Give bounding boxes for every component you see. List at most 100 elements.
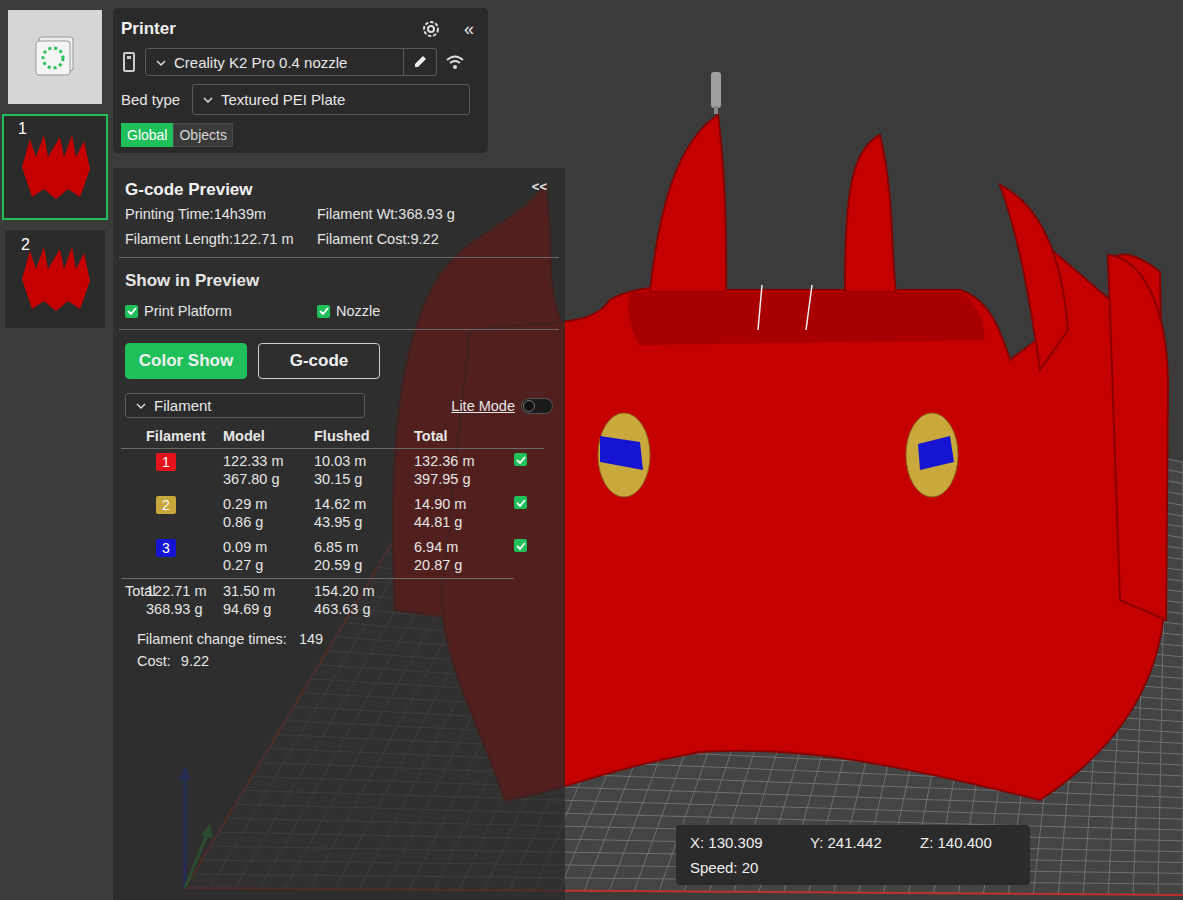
- view-type-dropdown[interactable]: Filament: [125, 393, 365, 418]
- checkbox[interactable]: [317, 305, 330, 318]
- cell-value: 31.50 m: [223, 582, 314, 600]
- cell-value: 0.29 m: [223, 495, 314, 513]
- plate-thumbnail[interactable]: 1: [2, 114, 108, 220]
- panel-title: G-code Preview: [125, 180, 524, 200]
- bed-type-label: Bed type: [121, 91, 184, 108]
- stat: Filament Wt:368.93 g: [317, 206, 553, 222]
- check-icon: [515, 540, 527, 552]
- printer-icon: [121, 51, 137, 73]
- cell-value: 44.81 g: [414, 513, 514, 531]
- cost: Cost: 9.22: [137, 650, 541, 672]
- separator: [119, 257, 559, 258]
- separator: [121, 448, 544, 449]
- check-icon: [515, 454, 527, 466]
- printer-dropdown[interactable]: Creality K2 Pro 0.4 nozzle: [145, 48, 437, 76]
- view-mode-button[interactable]: Color Show: [125, 343, 247, 379]
- column-header: Flushed: [314, 422, 414, 448]
- option-label: Nozzle: [336, 303, 380, 319]
- x-coordinate: X: 130.309: [690, 834, 810, 851]
- chevron-icon: [146, 55, 174, 70]
- filament-badge: 2: [156, 496, 176, 514]
- cell-value: 10.03 m: [314, 452, 414, 470]
- stat: Filament Length:122.71 m: [125, 231, 317, 247]
- column-header: Total: [414, 422, 514, 448]
- panel-title: Printer: [121, 19, 412, 39]
- tab[interactable]: Global: [121, 123, 173, 147]
- plate-number: 2: [21, 236, 30, 254]
- cell-value: 6.85 m: [314, 538, 414, 556]
- plate-thumbnail[interactable]: 2: [5, 230, 105, 328]
- checkbox[interactable]: [125, 305, 138, 318]
- bed-type-value: Textured PEI Plate: [221, 91, 345, 108]
- cell-value: 20.59 g: [314, 556, 414, 574]
- cell-value: 463.63 g: [314, 600, 414, 618]
- chevron-icon: [136, 402, 146, 410]
- chevron-icon: [203, 96, 213, 104]
- visibility-checkbox[interactable]: [514, 539, 527, 552]
- coordinates-tooltip: X: 130.309Y: 241.442Z: 140.400Speed: 20: [676, 825, 1030, 885]
- lite-mode: Lite Mode: [451, 398, 553, 414]
- cell-value: 368.93 g: [146, 600, 223, 618]
- collapse-button[interactable]: <<: [532, 179, 553, 194]
- preview-option[interactable]: Print Platform: [125, 303, 317, 319]
- all-plates-tile[interactable]: [8, 10, 102, 104]
- stat: Printing Time:14h39m: [125, 206, 317, 222]
- print-stats: Printing Time:14h39mFilament Wt:368.93 g…: [121, 200, 557, 257]
- label: Cost:: [137, 653, 171, 669]
- cell-value: 397.95 g: [414, 470, 514, 488]
- lite-mode-label[interactable]: Lite Mode: [451, 398, 515, 414]
- check-icon: [318, 305, 330, 317]
- chevron-icon: [156, 59, 166, 67]
- label: Filament change times:: [137, 631, 287, 647]
- plate-number: 1: [18, 120, 27, 138]
- wifi-icon[interactable]: [445, 54, 465, 70]
- cell-value: 132.36 m: [414, 452, 514, 470]
- cell-value: 122.33 m: [223, 452, 314, 470]
- printer-name: Creality K2 Pro 0.4 nozzle: [174, 54, 403, 71]
- cell-value: 94.69 g: [223, 600, 314, 618]
- collapse-button[interactable]: «: [450, 19, 480, 40]
- filament-badge: 1: [156, 453, 176, 471]
- preview-option[interactable]: Nozzle: [317, 303, 553, 319]
- cell-value: 6.94 m: [414, 538, 514, 556]
- pencil-icon[interactable]: [412, 54, 428, 70]
- cell-value: 20.87 g: [414, 556, 514, 574]
- option-label: Print Platform: [144, 303, 232, 319]
- speed: Speed: 20: [690, 859, 810, 876]
- cell-value: 154.20 m: [314, 582, 414, 600]
- column-header: Model: [223, 422, 314, 448]
- view-type-value: Filament: [154, 397, 212, 414]
- filament-table: FilamentModelFlushedTotal1122.33 m367.80…: [121, 422, 557, 622]
- plate-list: 12: [0, 0, 110, 328]
- cell-value: 367.80 g: [223, 470, 314, 488]
- column-header: Filament: [146, 422, 223, 448]
- total-label: Total: [121, 579, 146, 622]
- toggle[interactable]: [521, 398, 553, 414]
- filament-badge: 3: [156, 539, 176, 557]
- cell-value: 43.95 g: [314, 513, 414, 531]
- model-thumbnail-icon: [10, 127, 100, 207]
- visibility-checkbox[interactable]: [514, 453, 527, 466]
- gcode-preview-panel: G-code Preview<<Printing Time:14h39mFila…: [113, 168, 565, 900]
- bed-type-dropdown[interactable]: Textured PEI Plate: [192, 84, 470, 115]
- value: 149: [299, 631, 323, 647]
- cell-value: 14.62 m: [314, 495, 414, 513]
- check-icon: [515, 497, 527, 509]
- cell-value: 0.09 m: [223, 538, 314, 556]
- settings-tabs: GlobalObjects: [121, 123, 480, 147]
- view-mode-button[interactable]: G-code: [258, 343, 380, 379]
- value: 9.22: [181, 653, 209, 669]
- check-icon: [126, 305, 138, 317]
- edit-button[interactable]: [403, 49, 436, 75]
- y-coordinate: Y: 241.442: [810, 834, 920, 851]
- cell-value: 0.86 g: [223, 513, 314, 531]
- tab[interactable]: Objects: [173, 123, 232, 147]
- cell-value: 122.71 m: [146, 582, 223, 600]
- section-title: Show in Preview: [121, 258, 557, 299]
- cell-value: 14.90 m: [414, 495, 514, 513]
- cell-value: 30.15 g: [314, 470, 414, 488]
- gear-icon[interactable]: [420, 18, 442, 40]
- visibility-checkbox[interactable]: [514, 496, 527, 509]
- separator: [119, 329, 559, 330]
- plates-icon: [33, 35, 77, 79]
